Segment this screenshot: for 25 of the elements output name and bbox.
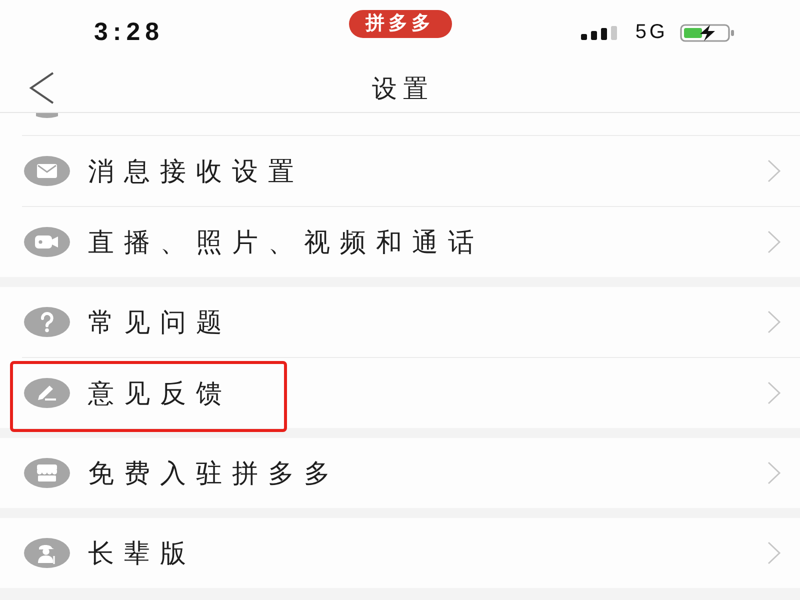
app-badge: 拼多多 <box>348 10 452 38</box>
person-icon <box>24 538 70 568</box>
store-icon <box>24 458 70 488</box>
help-icon <box>24 307 70 337</box>
settings-row[interactable]: 长辈版 <box>0 518 800 588</box>
settings-row[interactable]: 常见问题 <box>0 287 800 357</box>
envelope-icon <box>24 156 70 186</box>
chevron-right-icon <box>767 461 781 485</box>
back-icon[interactable] <box>29 72 55 104</box>
signal-icon <box>581 26 620 40</box>
page-title: 设置 <box>371 74 434 105</box>
chevron-right-icon <box>767 381 781 405</box>
video-camera-icon <box>24 227 70 257</box>
pencil-icon <box>24 378 70 408</box>
chevron-right-icon <box>767 310 781 334</box>
chevron-right-icon <box>767 541 781 565</box>
settings-row[interactable]: 消息接收设置 <box>0 136 800 206</box>
network-label: 5G <box>635 21 668 44</box>
settings-row[interactable]: 免费入驻拼多多 <box>0 438 800 508</box>
chevron-right-icon <box>767 159 781 183</box>
chevron-right-icon <box>767 230 781 254</box>
status-time: 3:28 <box>94 18 164 46</box>
settings-row[interactable]: 直播、照片、视频和通话 <box>0 207 800 277</box>
settings-row[interactable]: 意见反馈 <box>0 358 800 428</box>
battery-icon <box>680 24 736 42</box>
